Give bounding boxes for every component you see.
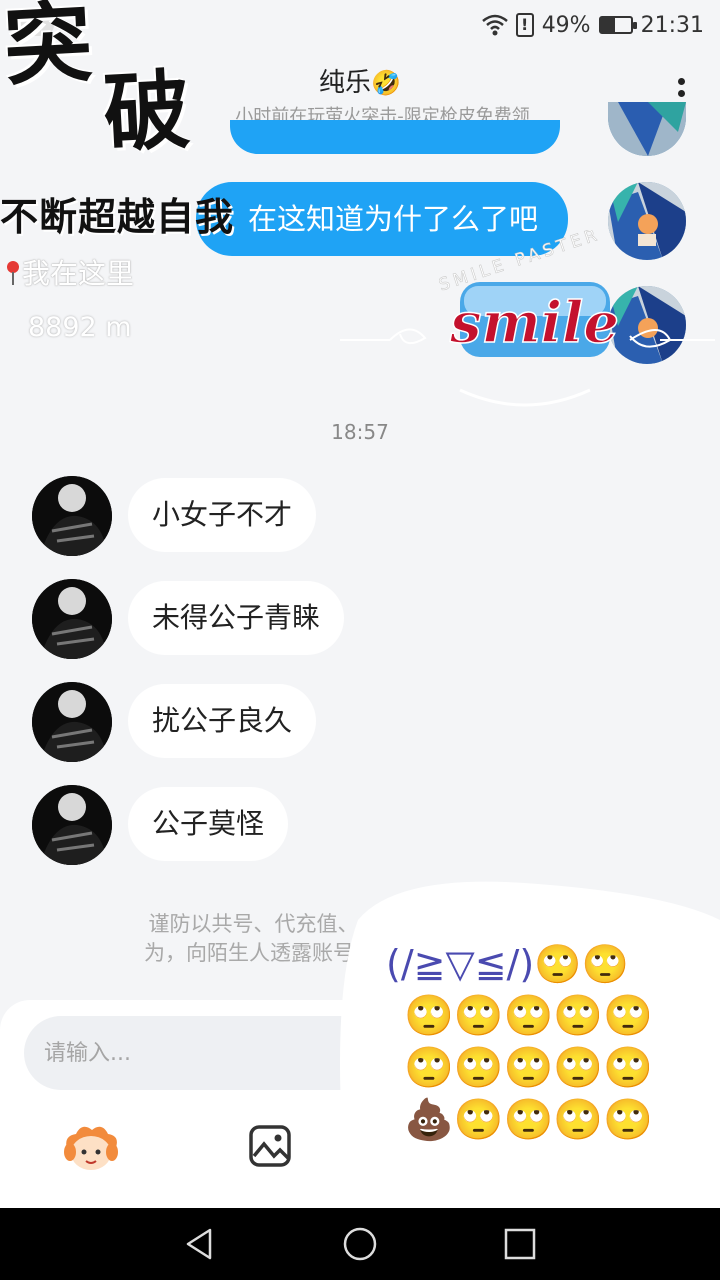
emoji-grid: (/≧▽≦/)🙄🙄 🙄🙄🙄🙄🙄 🙄🙄🙄🙄🙄 💩🙄🙄🙄🙄 <box>386 938 716 1146</box>
battery-percent: 49% <box>541 12 591 38</box>
recents-icon[interactable] <box>502 1226 538 1262</box>
system-nav-bar <box>0 1208 720 1280</box>
calligraphy-char-2: 破 <box>101 59 187 165</box>
wifi-icon <box>481 14 508 36</box>
emoji-row: 🙄🙄🙄🙄🙄 <box>404 993 654 1039</box>
location-sticker[interactable]: 我在这里 <box>4 252 134 292</box>
contact-avatar[interactable] <box>32 785 112 865</box>
location-label: 我在这里 <box>22 257 135 290</box>
contact-avatar[interactable] <box>32 682 112 762</box>
emoji-row: 🙄🙄🙄🙄🙄 <box>404 1045 654 1091</box>
emoji-row: (/≧▽≦/)🙄🙄 <box>386 942 629 986</box>
battery-icon <box>598 16 637 34</box>
sticker-face-icon[interactable] <box>62 1122 120 1174</box>
incoming-message[interactable]: 小女子不才 <box>128 478 317 552</box>
incoming-message[interactable]: 公子莫怪 <box>128 787 289 861</box>
calligraphy-sticker[interactable]: 突 破 <box>1 0 186 165</box>
distance-label: 8892 m <box>28 312 132 343</box>
clock: 21:31 <box>640 12 704 38</box>
status-bar: 8 ! 49% 21:31 <box>0 0 720 50</box>
image-icon[interactable] <box>248 1124 292 1168</box>
pin-icon <box>7 261 19 285</box>
back-icon[interactable] <box>182 1226 218 1262</box>
calligraphy-slogan: 不断超越自我 <box>0 194 235 239</box>
contact-avatar[interactable] <box>32 579 112 659</box>
sim-alert-icon: ! <box>515 13 534 37</box>
rofl-emoji: 🤣 <box>371 69 401 97</box>
time-divider: 18:57 <box>331 420 389 444</box>
status-icons: ! 49% 21:31 <box>481 10 704 40</box>
outgoing-bubble-partial[interactable] <box>230 120 560 154</box>
incoming-message[interactable]: 未得公子青睐 <box>128 581 345 655</box>
smile-word: smile <box>449 290 619 356</box>
contact-avatar[interactable] <box>32 476 112 556</box>
calligraphy-char-1: 突 <box>1 0 89 99</box>
incoming-message[interactable]: 扰公子良久 <box>128 684 317 758</box>
smile-sticker-icon[interactable]: SMILE PASTER smile <box>330 230 720 420</box>
contact-name: 纯乐 <box>319 68 372 98</box>
emoji-row: 💩🙄🙄🙄🙄 <box>404 1097 654 1143</box>
my-avatar-partial[interactable] <box>608 102 686 156</box>
emoji-speech-sticker[interactable]: (/≧▽≦/)🙄🙄 🙄🙄🙄🙄🙄 🙄🙄🙄🙄🙄 💩🙄🙄🙄🙄 <box>338 880 720 1240</box>
home-icon[interactable] <box>342 1226 378 1262</box>
